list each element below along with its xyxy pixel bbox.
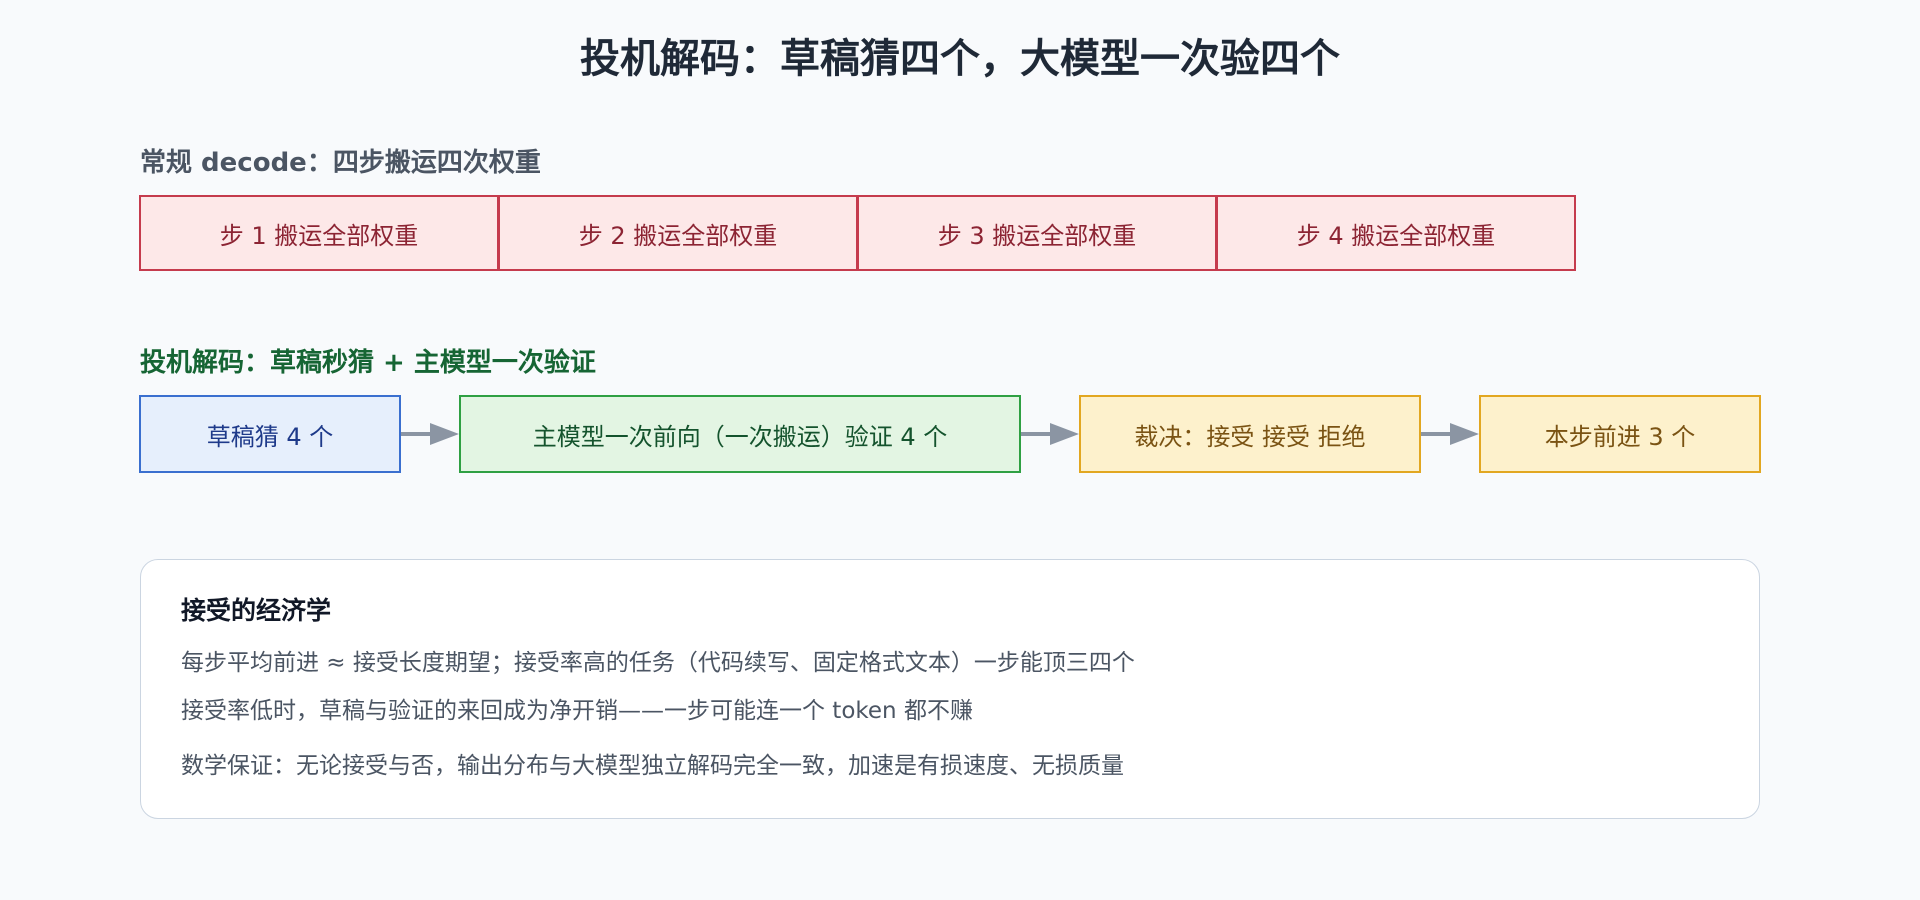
arrow-verdict-to-advance xyxy=(1421,423,1479,445)
acceptance-economics-card: 接受的经济学 每步平均前进 ≈ 接受长度期望；接受率高的任务（代码续写、固定格式… xyxy=(140,559,1760,819)
draft-guess-box: 草稿猜 4 个 xyxy=(139,395,401,473)
regular-steps-row: 步 1 搬运全部权重 步 2 搬运全部权重 步 3 搬运全部权重 步 4 搬运全… xyxy=(139,195,1576,271)
card-line-guarantee: 数学保证：无论接受与否，输出分布与大模型独立解码完全一致，加速是有损速度、无损质… xyxy=(181,753,1124,779)
arrow-draft-to-verify xyxy=(401,423,459,445)
regular-step-3: 步 3 搬运全部权重 xyxy=(857,195,1217,271)
advance-box: 本步前进 3 个 xyxy=(1479,395,1761,473)
regular-step-4: 步 4 搬运全部权重 xyxy=(1216,195,1576,271)
card-line-low-acceptance: 接受率低时，草稿与验证的来回成为净开销——一步可能连一个 token 都不赚 xyxy=(181,698,973,724)
main-model-verify-box: 主模型一次前向（一次搬运）验证 4 个 xyxy=(459,395,1021,473)
regular-decode-label: 常规 decode：四步搬运四次权重 xyxy=(140,148,541,178)
arrow-verify-to-verdict xyxy=(1021,423,1079,445)
card-line-throughput: 每步平均前进 ≈ 接受长度期望；接受率高的任务（代码续写、固定格式文本）一步能顶… xyxy=(181,650,1135,676)
card-title: 接受的经济学 xyxy=(181,596,332,625)
verdict-box: 裁决：接受 接受 拒绝 xyxy=(1079,395,1421,473)
regular-step-2: 步 2 搬运全部权重 xyxy=(498,195,858,271)
page-title: 投机解码：草稿猜四个，大模型一次验四个 xyxy=(580,36,1340,82)
speculative-decode-label: 投机解码：草稿秒猜 + 主模型一次验证 xyxy=(140,348,596,378)
regular-step-1: 步 1 搬运全部权重 xyxy=(139,195,499,271)
